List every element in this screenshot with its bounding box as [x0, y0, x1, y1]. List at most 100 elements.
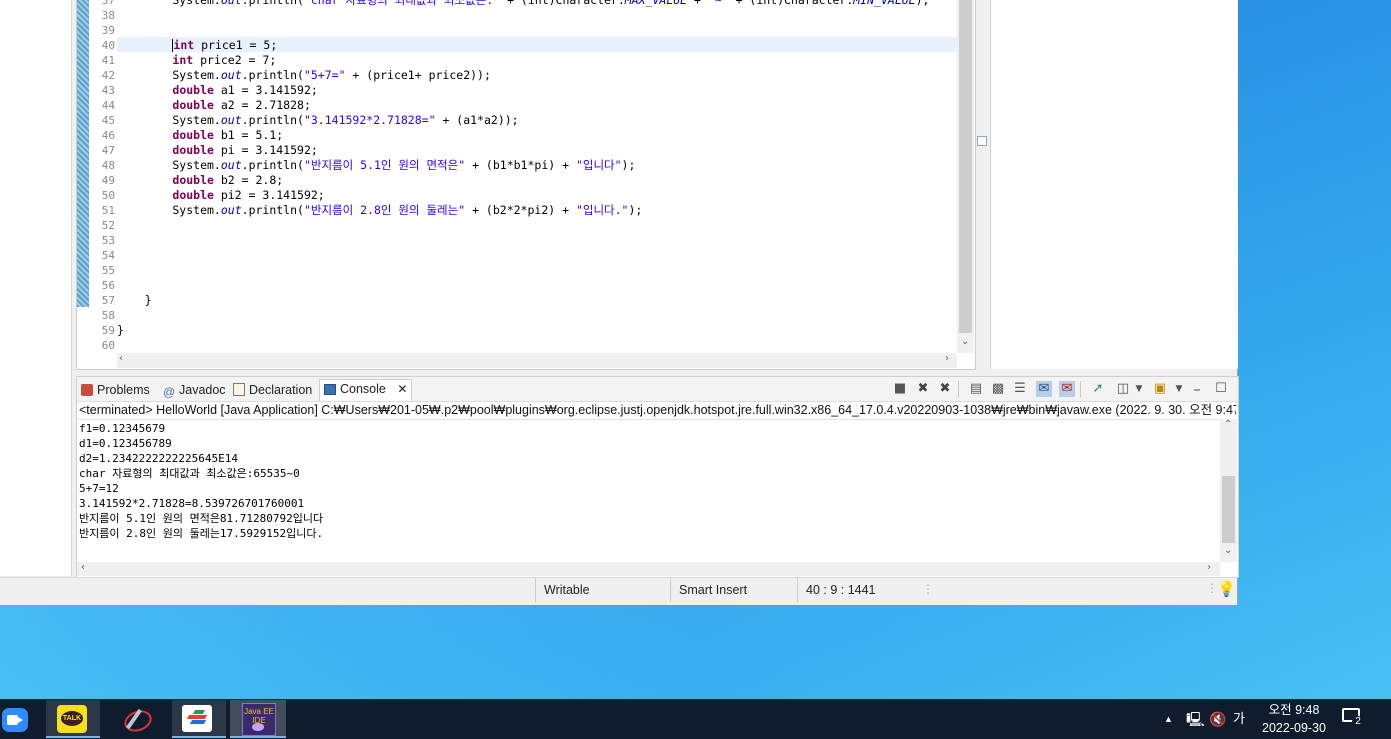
line-number: 50: [101, 189, 115, 202]
line-number: 52: [101, 219, 115, 232]
console-scroll-thumb[interactable]: [1222, 476, 1235, 543]
code-line: double a2 = 2.71828;: [117, 98, 310, 113]
code-area[interactable]: System.out.println("char 자료형의 최대값과 최소값은:…: [117, 0, 957, 353]
tab-declaration[interactable]: Declaration: [233, 381, 312, 399]
code-string: "3.141592*2.71828=": [303, 113, 436, 127]
code-text: pi2 = 3.141592;: [213, 188, 325, 202]
notification-center-button[interactable]: 2: [1342, 708, 1364, 728]
code-text: .println(: [241, 158, 304, 172]
process-description: <terminated> HelloWorld [Java Applicatio…: [79, 403, 1236, 417]
taskbar-eclipse[interactable]: Java EE IDE: [230, 700, 286, 738]
lightbulb-icon[interactable]: 💡: [1217, 580, 1236, 598]
outline-pane: [977, 0, 1238, 369]
network-icon[interactable]: 🖳: [1186, 699, 1205, 739]
console-line: d1=0.123456789: [79, 437, 172, 450]
scroll-right-icon[interactable]: ›: [945, 353, 949, 364]
pin-console-icon[interactable]: ➚: [1090, 381, 1106, 397]
code-text: System.: [117, 158, 221, 172]
clock-date: 2022-09-30: [1262, 721, 1326, 735]
code-keyword: double: [172, 173, 214, 187]
console-line: 5+7=12: [79, 482, 119, 495]
code-text: + (b1*b1*pi) +: [465, 158, 576, 172]
console-vertical-scrollbar[interactable]: ⌃ ⌄: [1220, 419, 1237, 562]
open-console-icon[interactable]: ▣: [1152, 381, 1168, 397]
code-text: .println(: [241, 113, 304, 127]
stop-icon[interactable]: ■: [892, 381, 908, 397]
chevron-down-icon[interactable]: ▼: [1171, 381, 1187, 397]
editor-scroll-thumb[interactable]: [959, 0, 972, 333]
taskbar-app[interactable]: [172, 700, 226, 738]
clock-time: 오전 9:48: [1268, 703, 1320, 717]
code-text: b1 = 5.1;: [213, 128, 284, 142]
tab-javadoc[interactable]: @ Javadoc: [163, 381, 226, 399]
snipping-tool-icon: [121, 706, 155, 736]
console-output-area[interactable]: f1=0.12345679 d1=0.123456789 d2=1.23422222…: [77, 419, 1220, 563]
editor-horizontal-scrollbar[interactable]: ‹ ›: [117, 353, 957, 368]
code-line: double b2 = 2.8;: [117, 173, 283, 188]
code-text: System.: [117, 203, 221, 217]
code-text: + (b2*2*pi2) +: [465, 203, 576, 217]
taskbar-kakaotalk[interactable]: TALK: [46, 700, 100, 738]
line-number: 48: [101, 159, 115, 172]
ime-indicator[interactable]: 가: [1233, 699, 1245, 739]
clock[interactable]: 오전 9:48 2022-09-30: [1252, 701, 1336, 737]
scroll-right-icon[interactable]: ›: [1207, 562, 1211, 573]
remove-all-launches-icon[interactable]: ✖: [937, 381, 953, 397]
remove-launch-icon[interactable]: ✖: [915, 381, 931, 397]
code-string: "~": [707, 0, 729, 7]
code-line: int price2 = 7;: [117, 53, 276, 68]
scroll-left-icon[interactable]: ‹: [81, 562, 85, 573]
scroll-down-icon[interactable]: ⌄: [961, 336, 969, 347]
javadoc-icon: @: [163, 385, 176, 399]
line-number: 40: [101, 39, 115, 52]
line-number: 57: [101, 294, 115, 307]
code-line: System.out.println("반지름이 5.1인 원의 면적은" + …: [117, 158, 635, 173]
tab-problems[interactable]: Problems: [81, 381, 150, 399]
scroll-down-icon[interactable]: ⌄: [1224, 545, 1232, 556]
console-horizontal-scrollbar[interactable]: ‹ ›: [77, 562, 1220, 576]
line-number: 45: [101, 114, 115, 127]
taskbar-snipping-tool[interactable]: [110, 700, 164, 738]
code-line: double pi = 3.141592;: [117, 143, 318, 158]
line-number: 38: [101, 9, 115, 22]
editor-vertical-scrollbar[interactable]: ⌄: [957, 0, 974, 353]
code-editor[interactable]: 37 38 39 40 41 42 43 44 45 46 47 48 49 50 51 52 53 54 55 56…: [76, 0, 976, 370]
cursor-position-status: 40 : 9 : 1441: [797, 578, 916, 602]
scroll-up-icon[interactable]: ⌃: [1224, 419, 1232, 430]
code-line: double pi2 = 3.141592;: [117, 188, 325, 203]
code-line: double a1 = 3.141592;: [117, 83, 317, 98]
scroll-lock-icon[interactable]: ▩: [990, 381, 1006, 397]
change-ruler: [77, 0, 89, 307]
close-icon[interactable]: ✕: [397, 382, 407, 396]
code-text: pi = 3.141592;: [213, 143, 318, 157]
line-number: 42: [101, 69, 115, 82]
line-number: 37: [101, 0, 115, 7]
code-text: System.: [117, 68, 221, 82]
line-number-gutter: 37 38 39 40 41 42 43 44 45 46 47 48 49 50 51 52 53 54 55 56…: [89, 0, 117, 353]
code-field: out: [220, 0, 242, 7]
status-bar: Writable Smart Insert 40 : 9 : 1441 ⋮ ⋮ …: [0, 577, 1237, 605]
overview-ruler-marker[interactable]: [977, 136, 987, 146]
chevron-down-icon[interactable]: ▼: [1131, 381, 1147, 397]
code-text: .println(: [241, 0, 304, 7]
show-on-stderr-icon[interactable]: ✉: [1059, 381, 1075, 397]
maximize-icon[interactable]: ☐: [1213, 381, 1229, 397]
code-text: +: [687, 0, 708, 7]
tab-console[interactable]: Console ✕: [319, 379, 413, 401]
console-line: char 자료형의 최대값과 최소값은:65535~0: [79, 467, 300, 480]
word-wrap-icon[interactable]: ☰: [1012, 381, 1028, 397]
code-string: "반지름이 2.8인 원의 둘레는": [303, 203, 466, 217]
scroll-left-icon[interactable]: ‹: [119, 353, 123, 364]
code-line: System.out.println("3.141592*2.71828=" +…: [117, 113, 518, 128]
zoom-icon: [2, 708, 28, 732]
clear-console-icon[interactable]: ▤: [968, 381, 984, 397]
volume-muted-icon[interactable]: 🔇: [1209, 699, 1226, 739]
display-console-icon[interactable]: ◫: [1115, 381, 1131, 397]
minimize-icon[interactable]: –: [1189, 381, 1205, 397]
code-line: System.out.println("반지름이 2.8인 원의 둘레는" + …: [117, 203, 642, 218]
taskbar-zoom[interactable]: [0, 700, 40, 738]
show-on-stdout-icon[interactable]: ✉: [1036, 381, 1052, 397]
show-hidden-icons[interactable]: ▲: [1164, 699, 1173, 739]
code-text: );: [621, 158, 636, 172]
